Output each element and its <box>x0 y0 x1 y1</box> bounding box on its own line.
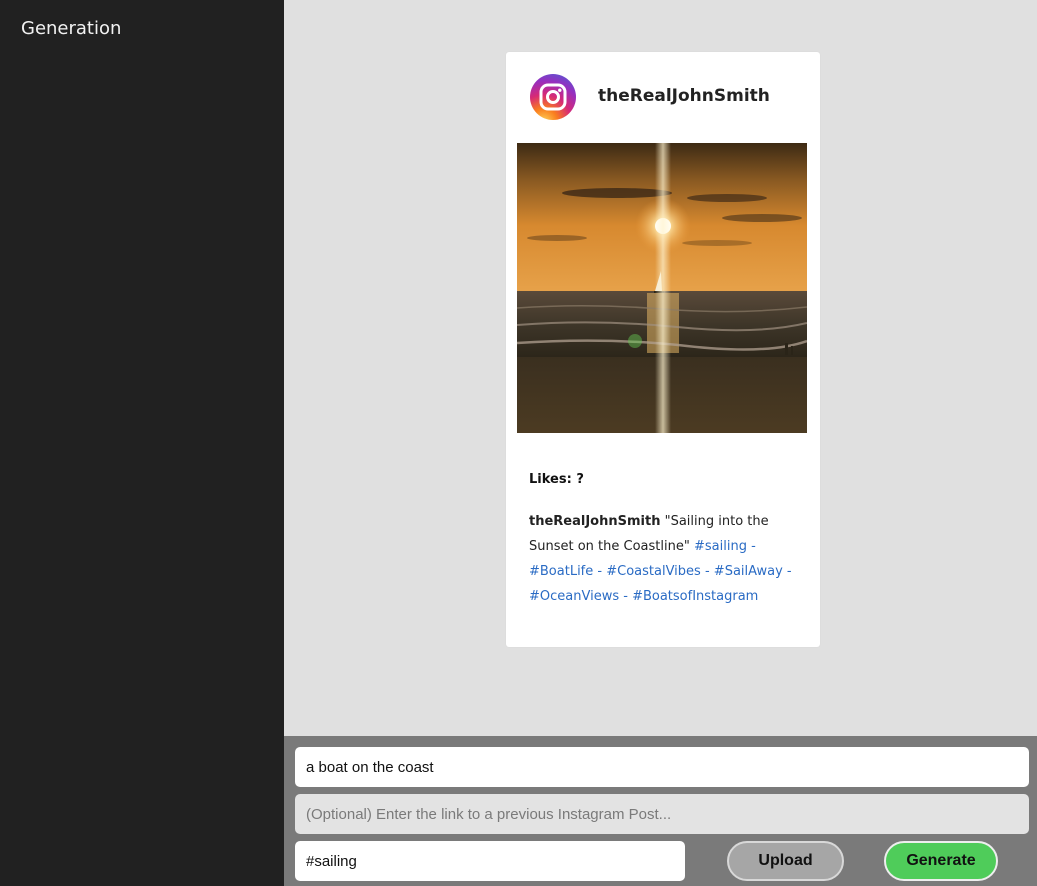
hashtag-separator: - <box>746 539 756 554</box>
hashtag-separator: - <box>619 589 633 604</box>
hashtag-separator: - <box>593 564 607 579</box>
hashtag-link[interactable]: #sailing <box>694 539 747 554</box>
hashtag-link[interactable]: #BoatLife <box>529 564 593 579</box>
hashtag-link[interactable]: #OceanViews <box>529 589 619 604</box>
input-panel: Upload Generate <box>284 736 1037 886</box>
post-likes: Likes: ? <box>529 472 584 487</box>
hashtag-link[interactable]: #SailAway <box>714 564 783 579</box>
hashtag-link[interactable]: #CoastalVibes <box>606 564 701 579</box>
instagram-post-card: theRealJohnSmith Likes: ? theRealJohnSmi… <box>506 52 820 647</box>
hashtag-separator: - <box>782 564 792 579</box>
previous-post-link-input[interactable] <box>295 794 1029 834</box>
generate-button[interactable]: Generate <box>884 841 998 881</box>
sidebar: Generation <box>0 0 284 886</box>
prompt-input[interactable] <box>295 747 1029 787</box>
post-image <box>517 143 807 433</box>
hashtag-input[interactable] <box>295 841 685 881</box>
hashtag-separator: - <box>700 564 714 579</box>
upload-button[interactable]: Upload <box>727 841 844 881</box>
post-caption: theRealJohnSmith "Sailing into the Sunse… <box>529 509 801 609</box>
post-username[interactable]: theRealJohnSmith <box>598 86 770 106</box>
main-content: theRealJohnSmith Likes: ? theRealJohnSmi… <box>284 0 1037 736</box>
instagram-icon <box>530 74 576 120</box>
hashtag-link[interactable]: #BoatsofInstagram <box>632 589 758 604</box>
caption-username[interactable]: theRealJohnSmith <box>529 514 660 529</box>
sidebar-title[interactable]: Generation <box>21 18 121 39</box>
